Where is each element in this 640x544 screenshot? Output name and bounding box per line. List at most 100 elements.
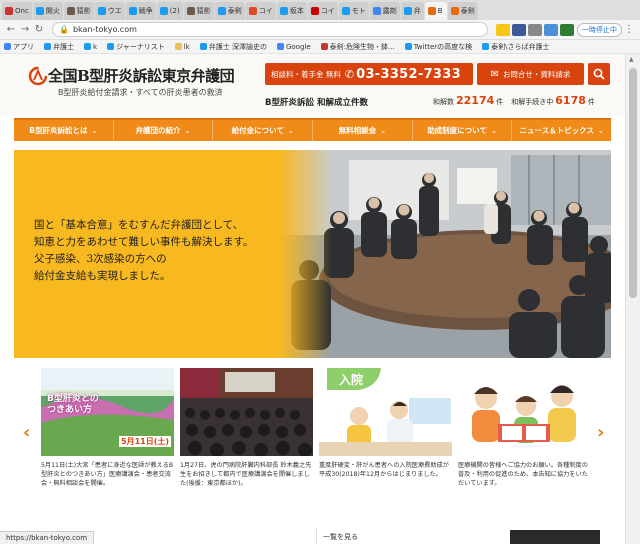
bookmark-favicon-icon [44,43,51,50]
news-card[interactable]: 1月27日、虎の門病院肝臓内科部長 鈴木義之先生をお招きして都内で医療講演会を開… [180,368,313,488]
page-scrollbar[interactable]: ▲ [625,54,640,544]
chevron-left-icon[interactable]: ‹ [23,422,30,443]
tab-favicon-icon [35,7,44,15]
menu-icon[interactable]: ⋮ [622,24,636,35]
news-card-caption: 重度肝硬変・肝がん患者への入院医療費助成が平成30(2018)年12月からはじま… [319,462,449,478]
browser-tab[interactable]: 弁 [400,2,424,20]
bookmark-star-icon[interactable] [496,23,510,36]
extension-icon[interactable] [560,23,574,36]
tab-favicon-icon [403,7,412,15]
family-reading-thumbnail [458,368,591,456]
address-bar[interactable]: 🔒 bkan-tokyo.com [52,22,488,37]
hero-message: 国と「基本合意」をむすんだ弁護団として、 知恵と力をあわせて難しい事件も解決しま… [34,217,289,285]
browser-tab[interactable]: 坂本 [276,2,307,20]
browser-tab[interactable]: 泰剣 [447,2,478,20]
scroll-thumb[interactable] [629,68,637,298]
browser-tab[interactable]: B [424,2,447,20]
browser-toolbar: ← → ↻ 🔒 bkan-tokyo.com 一時停止中 ⋮ [0,20,640,40]
site-header: 全国B型肝炎訴訟東京弁護団 B型肝炎給付金請求・すべての肝炎患者の救済 相談料・… [0,54,625,116]
chevron-down-icon: ⌄ [380,126,387,135]
bookmark-item[interactable]: ジャーナリスト [107,42,165,52]
family-illustration [472,385,576,443]
bookmark-label: Google [285,42,311,51]
settled-label: 和解数 [433,98,454,106]
bookmark-label: lk [183,42,190,51]
news-card-caption: 5月11日(土)大宮「患者に身近な医師が教えるB型肝炎とのつきあい方」医療講演会… [41,462,174,487]
browser-tab[interactable]: 露剤 [369,2,400,20]
nav-benefits[interactable]: 給付金について ⌄ [213,120,314,141]
tab-label: 露剤 [382,7,397,15]
see-list-link[interactable]: 一覧を見る [323,532,358,542]
extension-icon[interactable] [528,23,542,36]
browser-tab[interactable]: コイ [307,2,338,20]
mail-icon: ✉ [490,68,499,80]
bookmark-item[interactable]: アプリ [4,42,34,52]
browser-tab[interactable]: 猿影 [183,2,214,20]
browser-tab[interactable]: Onc [2,2,32,20]
tab-label: Onc [15,7,29,15]
tab-label: ウエ [107,7,122,15]
bookmark-item[interactable]: Twitterの高度な検 [404,42,472,52]
bookmark-label: ジャーナリスト [116,42,165,51]
news-card[interactable]: 入院 重度肝硬変・肝がん患者への入院医療費助成が平成30(2018)年12月から… [319,368,452,479]
bookmark-item[interactable]: 泰剣\さらば弁護士 [482,42,550,52]
browser-tab[interactable]: モト [338,2,369,20]
browser-tab[interactable]: 戦争 [125,2,156,20]
news-thumbnail [510,530,600,544]
bookmark-item[interactable]: 泰剣:危険生物・鉢... [320,42,395,52]
extension-icon[interactable] [544,23,558,36]
browser-tab[interactable]: 猿影 [63,2,94,20]
lock-icon: 🔒 [59,25,69,34]
site-subtitle: B型肝炎給付金請求・すべての肝炎患者の救済 [58,88,223,97]
bookmark-favicon-icon [4,43,11,50]
sync-paused-button[interactable]: 一時停止中 [577,22,622,37]
address-bar-url: bkan-tokyo.com [72,25,137,34]
nav-free-consultation[interactable]: 無料相談会 ⌄ [313,120,413,141]
bookmarks-bar: アプリ 弁護士 k ジャーナリスト lk 弁護士 深澤諭史の Google 泰剣:危険生物・鉢… [0,40,640,54]
nav-subsidy[interactable]: 助成制度について ⌄ [413,120,513,141]
phone-consult-button[interactable]: 相談料・着手金 無料 ✆ 03-3352-7333 [265,63,473,85]
tab-favicon-icon [279,7,288,15]
phone-number: 03-3352-7333 [356,66,461,82]
tab-favicon-icon [66,7,75,15]
consult-free-label: 相談料・着手金 無料 [271,69,341,79]
news-card[interactable]: 医療機関の皆様へご協力のお願い。各種制度の普及・利用の促進のため、本告知に協力を… [458,368,591,488]
facebook-extension-icon[interactable] [512,23,526,36]
tab-favicon-icon [427,7,436,15]
flyer-date: 5月11日(土) [119,436,172,447]
bookmark-item[interactable]: 弁護士 [44,42,74,52]
forward-icon[interactable]: → [18,24,32,35]
bookmark-favicon-icon [107,43,115,50]
tab-label: 弁 [413,7,421,15]
reload-icon[interactable]: ↻ [32,24,46,35]
chevron-right-icon[interactable]: › [597,422,604,443]
global-nav: B型肝炎訴訟とは ⌄ 弁護団の紹介 ⌄ 給付金について ⌄ 無料相談会 ⌄ 助成制度につ… [14,118,611,141]
browser-tab[interactable]: 開火 [32,2,63,20]
browser-tab[interactable]: コイ [245,2,276,20]
chevron-down-icon: ⌄ [91,126,98,135]
scroll-up-icon[interactable]: ▲ [629,56,634,63]
chevron-down-icon: ⌄ [184,126,191,135]
bookmark-item[interactable]: Google [276,42,311,51]
site-title[interactable]: 全国B型肝炎訴訟東京弁護団 [48,65,235,86]
bookmark-item[interactable]: 弁護士 深澤諭史の [199,42,267,52]
hero-banner: 国と「基本合意」をむすんだ弁護団として、 知恵と力をあわせて難しい事件も解決しま… [14,150,611,358]
browser-tab[interactable]: ウエ [94,2,125,20]
nav-team-intro[interactable]: 弁護団の紹介 ⌄ [114,120,214,141]
browser-tab[interactable]: (2) [156,2,183,20]
inquiry-label: お問合せ・資料請求 [502,69,571,79]
back-icon[interactable]: ← [4,24,18,35]
nav-about-lawsuit[interactable]: B型肝炎訴訟とは ⌄ [14,120,114,141]
bookmark-label: アプリ [13,42,34,51]
inquiry-button[interactable]: ✉ お問合せ・資料請求 [477,63,584,85]
bookmark-item[interactable]: lk [174,42,190,51]
bookmark-item[interactable]: k [84,43,97,51]
search-button[interactable] [588,63,610,85]
tab-favicon-icon [248,7,257,15]
browser-tab[interactable]: 泰剣 [214,2,245,20]
tab-label: 泰剣 [227,7,242,15]
nav-news[interactable]: ニュース＆トピックス ⌄ [512,120,611,141]
chevron-down-icon: ⌄ [597,126,604,135]
news-card[interactable]: B型肝炎との つきあい方 5月11日(土) 5月11日(土)大宮「患者に身近な医… [41,368,174,488]
browser-tab-bar: Onc 開火 猿影 ウエ 戦争 (2) 猿影 泰剣 コイ 坂本 コイ モト 露剤 弁 B 泰剣 [0,0,640,20]
